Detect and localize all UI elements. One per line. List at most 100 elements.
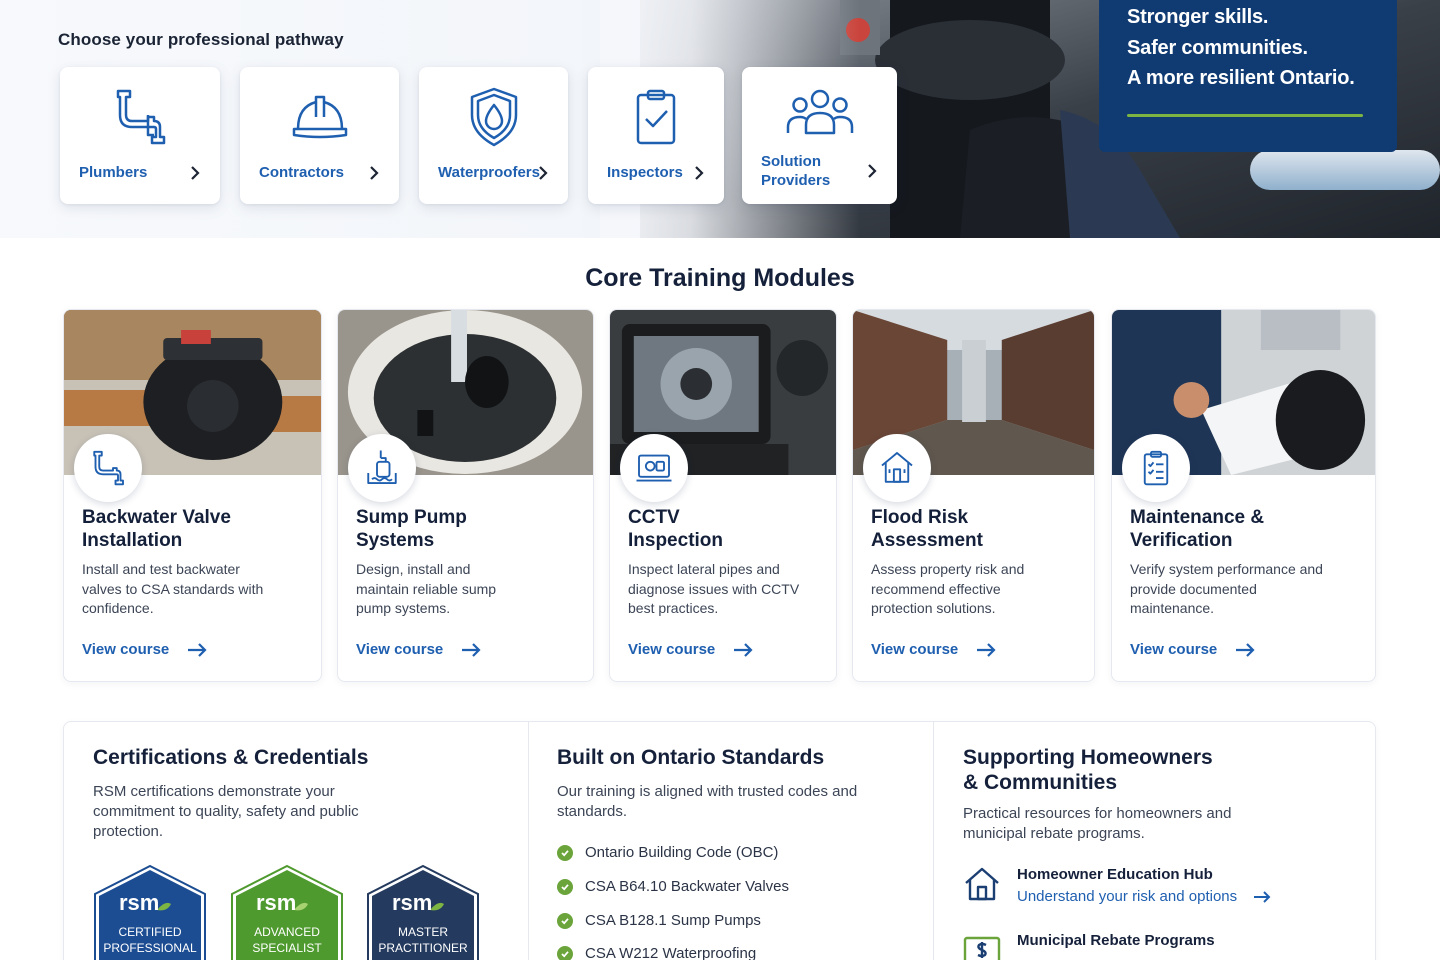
module-description: Design, install and maintain reliable su… (356, 561, 497, 616)
module-title: Sump Pump Systems (356, 507, 467, 551)
view-course-label: View course (356, 641, 444, 658)
pathway-label: Solution Providers (761, 153, 831, 189)
pathway-label: Inspectors (607, 164, 683, 181)
view-course-link[interactable]: View course (628, 641, 753, 658)
homeowners-title: Supporting Homeowners & Communities (963, 746, 1213, 794)
module-title: Maintenance & Verification (1130, 507, 1265, 551)
module-description: Assess property risk and recommend effec… (871, 561, 1025, 616)
dollar-bill-icon (963, 936, 1001, 960)
badge-line2: PRACTITIONER (378, 941, 468, 955)
view-course-link[interactable]: View course (82, 641, 207, 658)
standard-item: CSA B64.10 Backwater Valves (557, 878, 789, 895)
view-course-link[interactable]: View course (356, 641, 481, 658)
module-card-backwater-valve[interactable]: Backwater Valve Installation Install and… (63, 309, 322, 682)
hero-tagline-panel: Stronger skills. Safer communities. A mo… (1099, 0, 1397, 152)
core-modules-heading: Core Training Modules (585, 264, 855, 292)
arrow-right-icon (734, 642, 753, 657)
pathway-heading: Choose your professional pathway (58, 30, 344, 49)
view-course-label: View course (82, 641, 170, 658)
tagline-line: Stronger skills. (1127, 6, 1269, 28)
view-course-label: View course (1130, 641, 1218, 658)
house-icon (965, 867, 999, 901)
arrow-right-icon (1254, 890, 1271, 903)
check-circle-icon (557, 912, 573, 929)
pathway-card-inspectors[interactable]: Inspectors (588, 67, 724, 204)
pathway-card-solution-providers[interactable]: Solution Providers (742, 67, 897, 204)
module-card-maintenance[interactable]: Maintenance & Verification Verify system… (1111, 309, 1376, 682)
badge-line1: CERTIFIED (118, 925, 182, 939)
resource-link-label: Understand your risk and options (1017, 888, 1238, 905)
pathway-label: Waterproofers (438, 164, 540, 181)
chevron-right-icon (868, 164, 877, 178)
module-title: CCTV Inspection (628, 507, 724, 551)
standards-text: Our training is aligned with trusted cod… (557, 783, 858, 820)
tagline-line: A more resilient Ontario. (1127, 67, 1355, 89)
chevron-right-icon (191, 166, 200, 180)
module-card-sump-pump[interactable]: Sump Pump Systems Design, install and ma… (337, 309, 594, 682)
module-badge (620, 434, 688, 502)
module-title: Backwater Valve Installation (82, 507, 231, 551)
pathway-label: Contractors (259, 164, 345, 181)
pipe-icon (93, 450, 124, 486)
pathway-card-waterproofers[interactable]: Waterproofers (419, 67, 568, 204)
checklist-icon (1143, 450, 1169, 486)
module-title: Flood Risk Assessment (871, 507, 983, 551)
standard-label: CSA B128.1 Sump Pumps (585, 912, 761, 929)
master-practitioner-badge: rsm MASTER PRACTITIONER (366, 864, 480, 960)
module-description: Inspect lateral pipes and diagnose issue… (628, 561, 800, 616)
resource-link[interactable]: Understand your risk and options (1017, 888, 1271, 905)
people-group-icon (786, 89, 853, 135)
standard-item: CSA W212 Waterproofing (557, 945, 756, 960)
tagline-line: Safer communities. (1127, 36, 1308, 59)
module-card-flood-risk[interactable]: Flood Risk Assessment Assess property ri… (852, 309, 1095, 682)
badge-brand: rsm (256, 890, 297, 915)
accent-underline (1127, 114, 1363, 117)
view-course-link[interactable]: View course (1130, 641, 1255, 658)
standard-item: CSA B128.1 Sump Pumps (557, 912, 761, 929)
pathway-label: Plumbers (79, 164, 148, 181)
house-flood-icon (881, 452, 913, 483)
module-card-cctv[interactable]: CCTV Inspection Inspect lateral pipes an… (609, 309, 837, 682)
badge-brand: rsm (392, 890, 433, 915)
hard-hat-icon (292, 95, 347, 139)
hero-section: Choose your professional pathway Plumber… (0, 0, 1440, 238)
chevron-right-icon (539, 166, 548, 180)
view-course-label: View course (628, 641, 716, 658)
chevron-right-icon (695, 166, 704, 180)
module-badge (74, 434, 142, 502)
pathway-card-contractors[interactable]: Contractors (240, 67, 399, 204)
chevron-right-icon (370, 166, 379, 180)
pipe-icon (116, 89, 166, 145)
badge-brand: rsm (119, 890, 160, 915)
resource-title: Municipal Rebate Programs (1017, 932, 1215, 949)
module-badge (863, 434, 931, 502)
module-badge (348, 434, 416, 502)
standard-label: CSA W212 Waterproofing (585, 945, 757, 960)
pathway-card-plumbers[interactable]: Plumbers (60, 67, 220, 204)
arrow-right-icon (462, 642, 481, 657)
module-description: Install and test backwater valves to CSA… (82, 561, 264, 616)
certifications-text: RSM certifications demonstrate your comm… (93, 783, 359, 840)
monitor-camera-icon (636, 454, 672, 482)
certifications-title: Certifications & Credentials (93, 746, 369, 769)
check-circle-icon (557, 878, 573, 895)
shield-drop-icon (470, 87, 517, 147)
arrow-right-icon (1236, 642, 1255, 657)
badge-line1: ADVANCED (254, 925, 320, 939)
module-description: Verify system performance and provide do… (1130, 561, 1323, 616)
homeowners-text: Practical resources for homeowners and m… (963, 805, 1232, 842)
advanced-specialist-badge: rsm ADVANCED SPECIALIST (230, 864, 344, 960)
view-course-link[interactable]: View course (871, 641, 996, 658)
badge-line2: PROFESSIONAL (103, 941, 197, 955)
standard-label: CSA B64.10 Backwater Valves (585, 878, 789, 895)
module-badge (1122, 434, 1190, 502)
check-circle-icon (557, 844, 573, 861)
badge-line2: SPECIALIST (252, 941, 322, 955)
check-circle-icon (557, 945, 573, 960)
resource-title: Homeowner Education Hub (1017, 866, 1213, 883)
clipboard-check-icon (636, 89, 676, 145)
badge-line1: MASTER (397, 925, 448, 939)
standard-label: Ontario Building Code (OBC) (585, 844, 779, 861)
certified-professional-badge: rsm CERTIFIED PROFESSIONAL (93, 864, 207, 960)
view-course-label: View course (871, 641, 959, 658)
